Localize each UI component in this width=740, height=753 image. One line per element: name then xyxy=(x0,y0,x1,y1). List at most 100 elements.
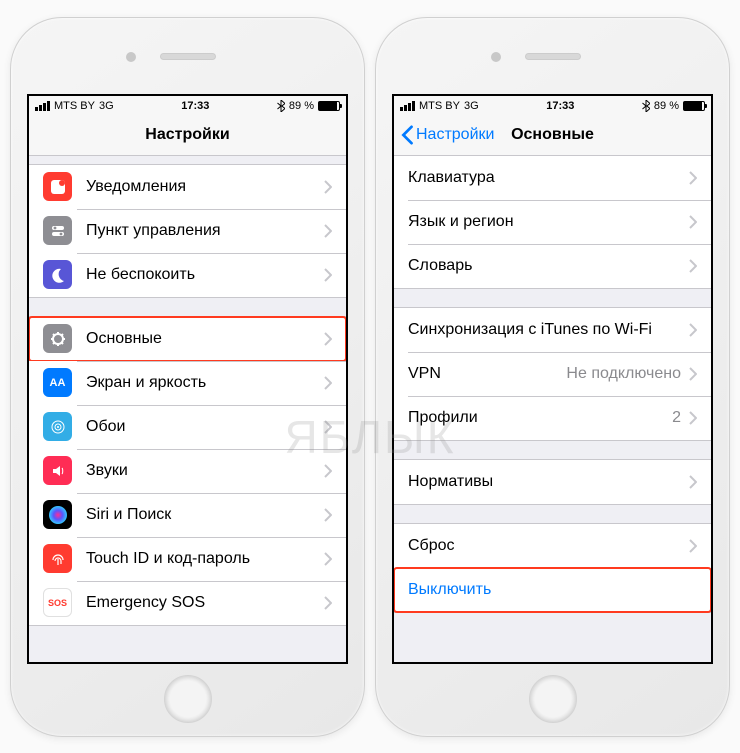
chevron-right-icon xyxy=(689,367,697,381)
wallpaper-icon xyxy=(43,412,72,441)
control-center-icon xyxy=(43,216,72,245)
nav-bar: Настройки Основные xyxy=(394,116,711,156)
row-label: Словарь xyxy=(408,257,689,275)
row-sounds[interactable]: Звуки xyxy=(29,449,346,493)
row-label: Клавиатура xyxy=(408,169,689,187)
front-camera xyxy=(491,52,501,62)
row-label: Звуки xyxy=(86,462,324,480)
phone-speaker xyxy=(525,53,581,60)
row-label: Не беспокоить xyxy=(86,266,324,284)
row-do-not-disturb[interactable]: Не беспокоить xyxy=(29,253,346,297)
row-keyboard[interactable]: Клавиатура xyxy=(394,156,711,200)
row-display[interactable]: AA Экран и яркость xyxy=(29,361,346,405)
chevron-right-icon xyxy=(324,420,332,434)
screen-general: MTS BY 3G 17:33 89 % Настройки Основные … xyxy=(392,94,713,664)
clock: 17:33 xyxy=(181,100,209,112)
chevron-right-icon xyxy=(324,596,332,610)
page-title: Основные xyxy=(511,126,594,144)
clock: 17:33 xyxy=(546,100,574,112)
chevron-right-icon xyxy=(689,259,697,273)
screen-settings: MTS BY 3G 17:33 89 % Настройки Уведомл xyxy=(27,94,348,664)
settings-group-general: Основные AA Экран и яркость Обои xyxy=(29,316,346,626)
row-label: Обои xyxy=(86,418,324,436)
row-wallpaper[interactable]: Обои xyxy=(29,405,346,449)
group-reset: Сброс Выключить xyxy=(394,523,711,613)
home-button[interactable] xyxy=(164,675,212,723)
chevron-right-icon xyxy=(689,411,697,425)
row-label: Emergency SOS xyxy=(86,594,324,612)
chevron-right-icon xyxy=(324,268,332,282)
row-label: Профили xyxy=(408,409,672,427)
row-emergency-sos[interactable]: SOS Emergency SOS xyxy=(29,581,346,625)
group-keyboard: Клавиатура Язык и регион Словарь xyxy=(394,156,711,289)
row-notifications[interactable]: Уведомления xyxy=(29,165,346,209)
row-label: VPN xyxy=(408,365,566,383)
display-brightness-icon: AA xyxy=(43,368,72,397)
row-reset[interactable]: Сброс xyxy=(394,524,711,568)
do-not-disturb-icon xyxy=(43,260,72,289)
chevron-right-icon xyxy=(689,215,697,229)
chevron-right-icon xyxy=(324,332,332,346)
chevron-right-icon xyxy=(689,323,697,337)
row-dictionary[interactable]: Словарь xyxy=(394,244,711,288)
row-siri[interactable]: Siri и Поиск xyxy=(29,493,346,537)
signal-icon xyxy=(400,101,415,111)
row-control-center[interactable]: Пункт управления xyxy=(29,209,346,253)
row-label: Нормативы xyxy=(408,473,689,491)
notifications-icon xyxy=(43,172,72,201)
home-button[interactable] xyxy=(529,675,577,723)
row-general[interactable]: Основные xyxy=(29,317,346,361)
front-camera xyxy=(126,52,136,62)
group-regulatory: Нормативы xyxy=(394,459,711,505)
general-list[interactable]: Клавиатура Язык и регион Словарь Синхрон… xyxy=(394,156,711,662)
row-regulatory[interactable]: Нормативы xyxy=(394,460,711,504)
row-label: Siri и Поиск xyxy=(86,506,324,524)
general-icon xyxy=(43,324,72,353)
signal-icon xyxy=(35,101,50,111)
back-label: Настройки xyxy=(416,126,494,144)
siri-icon xyxy=(43,500,72,529)
row-language-region[interactable]: Язык и регион xyxy=(394,200,711,244)
battery-pct: 89 % xyxy=(654,100,679,112)
phone-left: MTS BY 3G 17:33 89 % Настройки Уведомл xyxy=(10,17,365,737)
bluetooth-icon xyxy=(642,100,650,112)
row-label: Синхронизация с iTunes по Wi-Fi xyxy=(408,321,689,339)
row-value: Не подключено xyxy=(566,365,681,383)
chevron-left-icon xyxy=(400,125,414,145)
row-vpn[interactable]: VPN Не подключено xyxy=(394,352,711,396)
chevron-right-icon xyxy=(324,224,332,238)
nav-bar: Настройки xyxy=(29,116,346,156)
chevron-right-icon xyxy=(324,508,332,522)
page-title: Настройки xyxy=(145,126,229,144)
sounds-icon xyxy=(43,456,72,485)
chevron-right-icon xyxy=(689,171,697,185)
network-label: 3G xyxy=(464,100,479,112)
bluetooth-icon xyxy=(277,100,285,112)
row-itunes-wifi-sync[interactable]: Синхронизация с iTunes по Wi-Fi xyxy=(394,308,711,352)
status-bar: MTS BY 3G 17:33 89 % xyxy=(394,96,711,116)
settings-list[interactable]: Уведомления Пункт управления Не беспокои… xyxy=(29,156,346,662)
chevron-right-icon xyxy=(324,552,332,566)
chevron-right-icon xyxy=(324,464,332,478)
settings-group-notifications: Уведомления Пункт управления Не беспокои… xyxy=(29,164,346,298)
chevron-right-icon xyxy=(324,376,332,390)
row-label: Touch ID и код-пароль xyxy=(86,550,324,568)
row-value: 2 xyxy=(672,409,681,427)
row-label: Экран и яркость xyxy=(86,374,324,392)
row-label: Выключить xyxy=(408,581,697,599)
row-label: Пункт управления xyxy=(86,222,324,240)
row-label: Язык и регион xyxy=(408,213,689,231)
row-label: Основные xyxy=(86,330,324,348)
status-bar: MTS BY 3G 17:33 89 % xyxy=(29,96,346,116)
row-label: Сброс xyxy=(408,537,689,555)
back-button[interactable]: Настройки xyxy=(400,125,494,145)
phone-speaker xyxy=(160,53,216,60)
row-touchid[interactable]: Touch ID и код-пароль xyxy=(29,537,346,581)
row-shutdown[interactable]: Выключить xyxy=(394,568,711,612)
carrier-label: MTS BY xyxy=(419,100,460,112)
battery-icon xyxy=(318,101,340,111)
row-profiles[interactable]: Профили 2 xyxy=(394,396,711,440)
row-label: Уведомления xyxy=(86,178,324,196)
network-label: 3G xyxy=(99,100,114,112)
chevron-right-icon xyxy=(324,180,332,194)
